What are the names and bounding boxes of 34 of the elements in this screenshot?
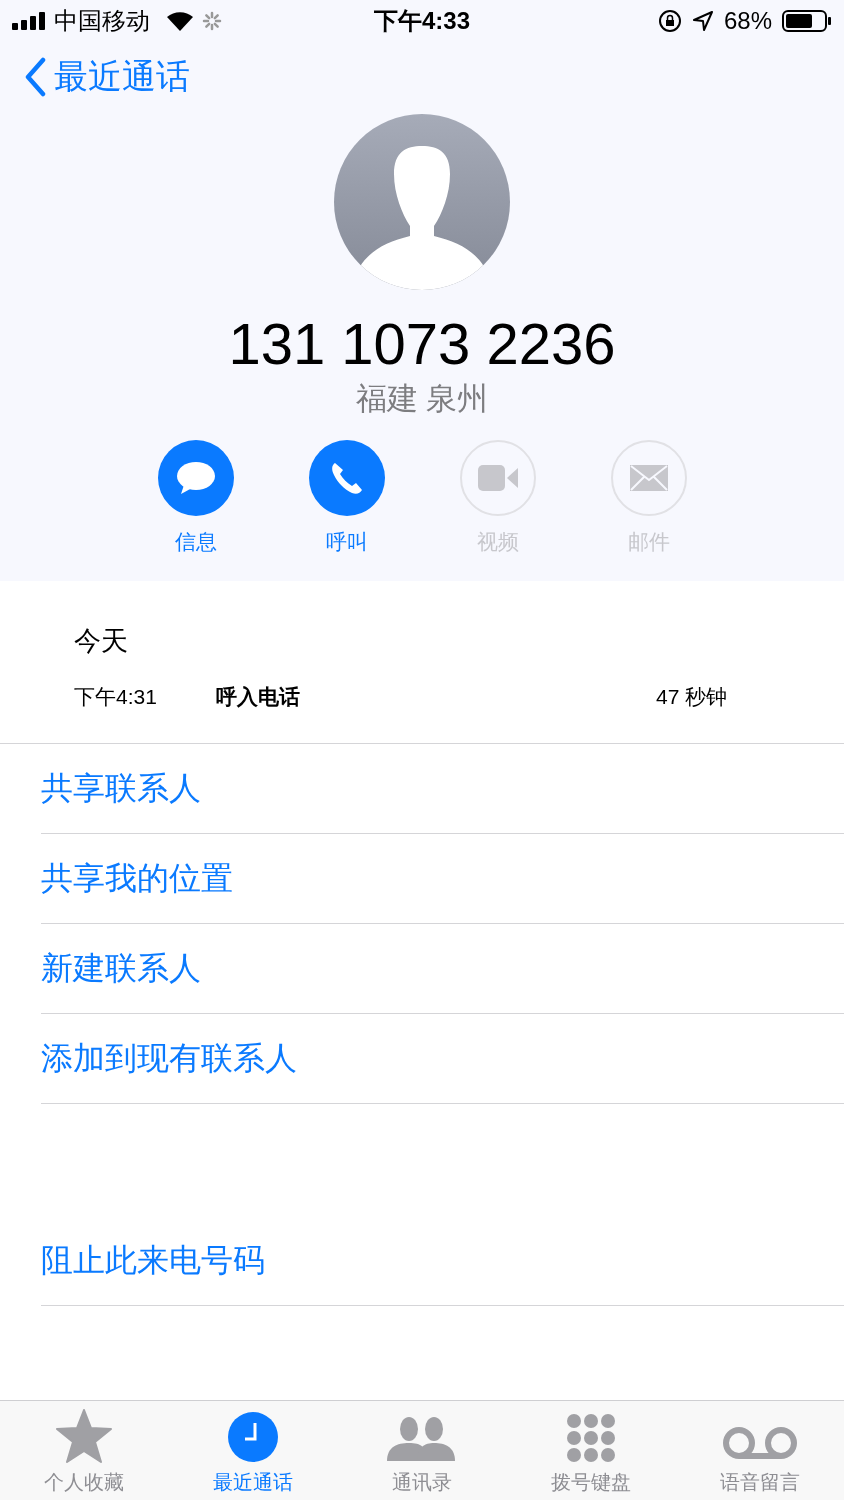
battery-icon <box>782 10 832 32</box>
star-icon <box>56 1409 113 1463</box>
menu-link[interactable]: 共享我的位置 <box>41 856 233 901</box>
envelope-icon <box>629 464 668 491</box>
call-time: 下午4:31 <box>74 684 158 710</box>
video-camera-icon <box>477 464 518 491</box>
speech-bubble-icon <box>175 460 216 495</box>
location-arrow-icon <box>691 10 714 32</box>
tab-bar-item[interactable]: 通讯录 <box>337 1401 507 1500</box>
clock-icon <box>227 1411 280 1463</box>
caller-location: 福建 泉州 <box>355 379 489 418</box>
call-date: 今天 <box>74 626 128 656</box>
phone-number: 131 1073 2236 <box>228 312 616 376</box>
wifi-icon <box>166 11 194 31</box>
battery-percentage: 68% <box>723 7 772 35</box>
menu-link[interactable]: 共享联系人 <box>41 766 201 811</box>
menu-link[interactable]: 新建联系人 <box>41 946 201 991</box>
back-button[interactable]: 最近通话 <box>24 54 190 100</box>
keypad-icon <box>565 1413 616 1463</box>
people-icon <box>387 1415 457 1463</box>
menu-link[interactable]: 添加到现有联系人 <box>41 1036 297 1081</box>
chevron-left-icon <box>24 57 46 97</box>
tab-bar-item[interactable]: 语音留言 <box>675 1401 844 1500</box>
signal-icon <box>12 12 46 30</box>
tab-bar-item[interactable]: 拨号键盘 <box>506 1401 676 1500</box>
carrier-name: 中国移动 <box>54 6 150 36</box>
call-type: 呼入电话 <box>216 684 301 710</box>
tab-bar-item[interactable]: 个人收藏 <box>0 1401 169 1500</box>
clock-time: 下午4:33 <box>373 7 470 34</box>
call-duration: 47 秒钟 <box>656 684 728 710</box>
block-caller-link[interactable]: 阻止此来电号码 <box>41 1238 265 1283</box>
tab-bar-item[interactable]: 最近通话 <box>168 1401 338 1500</box>
rotation-lock-icon <box>657 9 682 33</box>
loading-spinner-icon <box>202 11 222 31</box>
